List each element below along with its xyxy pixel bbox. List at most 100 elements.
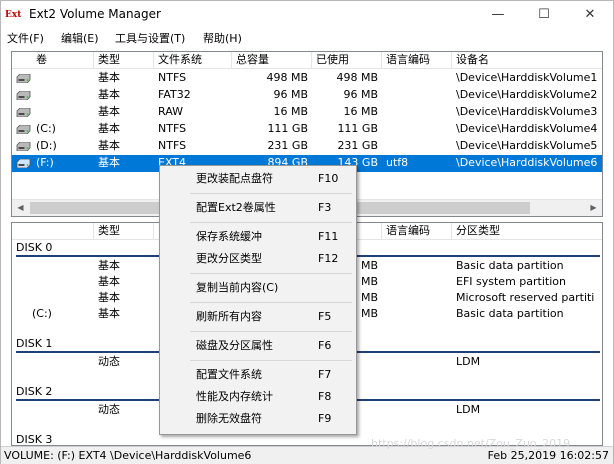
close-icon[interactable]: ✕ [567, 1, 613, 29]
cell-total-size: 16 MB [273, 105, 308, 118]
table-row[interactable]: (D:) 基本 NTFS 231 GB 231 GB \Device\HarddiskVo… [12, 138, 602, 155]
context-menu-item[interactable]: 保存系统缓冲 F11 [162, 226, 354, 248]
context-menu-item-label: 删除无效盘符 [196, 412, 262, 425]
partition-vol [12, 274, 94, 291]
cell-volume: (F:) [36, 156, 54, 169]
minimize-icon[interactable]: — [475, 1, 521, 29]
menu-separator [190, 193, 352, 194]
column-header-total-size[interactable]: 总容量 [232, 52, 312, 69]
partition-vol [12, 354, 94, 371]
context-menu-item[interactable]: 磁盘及分区属性 F6 [162, 335, 354, 357]
scroll-left-icon[interactable]: ◀ [12, 200, 29, 216]
maximize-icon[interactable]: ☐ [521, 1, 567, 29]
menu-file[interactable]: 文件(F) [5, 31, 46, 47]
cell-total-size: 498 MB [266, 71, 308, 84]
cell-volume [12, 104, 94, 121]
cell-used-size: 96 MB [343, 88, 378, 101]
partition-vol [12, 290, 94, 307]
cell-used-size: 231 GB [337, 139, 378, 152]
column-header-type[interactable]: 类型 [94, 52, 154, 69]
cell-total-size: 111 GB [267, 122, 308, 135]
disk-label: DISK 1 [16, 337, 53, 350]
cell-device-name: \Device\HarddiskVolume6 [456, 156, 598, 169]
disk-column-header-6[interactable]: 分区类型 [452, 223, 602, 240]
disk-column-header-1[interactable]: 类型 [94, 223, 154, 240]
column-header-used-size[interactable]: 已使用 [312, 52, 382, 69]
watermark-text: https://blog.csdn.net/Zou_Zuo_2019 [371, 437, 571, 450]
cell-filesystem: NTFS [158, 71, 187, 84]
cell-total-size: 231 GB [267, 139, 308, 152]
status-datetime: Feb 25,2019 16:02:57 [487, 449, 609, 462]
partition-vol [12, 258, 94, 275]
column-header-volume[interactable]: 卷 [12, 52, 94, 69]
app-window: Ext Ext2 Volume Manager — ☐ ✕ 文件(F) 编辑(E… [0, 0, 614, 464]
table-row[interactable]: 基本 NTFS 498 MB 498 MB \Device\HarddiskVolume… [12, 70, 602, 87]
partition-ptype: Basic data partition [456, 259, 564, 272]
partition-ptype: LDM [456, 355, 481, 368]
context-menu-item-label: 更改分区类型 [196, 252, 262, 265]
column-header-codepage[interactable]: 语言编码 [382, 52, 452, 69]
table-row[interactable]: 基本 RAW 16 MB 16 MB \Device\HarddiskVolume3 [12, 104, 602, 121]
menu-separator [190, 273, 352, 274]
context-menu-item-shortcut: F6 [318, 339, 332, 352]
cell-codepage [382, 87, 452, 104]
menu-tools[interactable]: 工具与设置(T) [113, 31, 187, 47]
menu-separator [190, 360, 352, 361]
cell-volume: (C:) [36, 122, 56, 135]
cell-device-name: \Device\HarddiskVolume1 [456, 71, 598, 84]
context-menu-item-label: 磁盘及分区属性 [196, 339, 273, 352]
menu-help[interactable]: 帮助(H) [201, 31, 244, 47]
context-menu-item[interactable]: 性能及内存统计 F8 [162, 386, 354, 408]
menu-separator [190, 302, 352, 303]
partition-ptype: Microsoft reserved partiti [456, 291, 595, 304]
menu-bar: 文件(F) 编辑(E) 工具与设置(T) 帮助(H) [1, 29, 613, 49]
cell-used-size: 16 MB [343, 105, 378, 118]
scroll-right-icon[interactable]: ▶ [585, 200, 602, 216]
context-menu-item[interactable]: 刷新所有内容 F5 [162, 306, 354, 328]
context-menu-item[interactable]: 删除无效盘符 F9 [162, 408, 354, 430]
partition-vol [12, 402, 94, 419]
cell-device-name: \Device\HarddiskVolume2 [456, 88, 598, 101]
cell-volume: (D:) [36, 139, 57, 152]
context-menu-item-shortcut: F10 [318, 172, 339, 185]
partition-ptype: Basic data partition [456, 307, 564, 320]
disk-label: DISK 2 [16, 385, 53, 398]
context-menu-item[interactable]: 配置Ext2卷属性 F3 [162, 197, 354, 219]
cell-codepage [382, 104, 452, 121]
table-row[interactable]: 基本 FAT32 96 MB 96 MB \Device\HarddiskVolume2 [12, 87, 602, 104]
menu-separator [190, 222, 352, 223]
cell-type: 基本 [98, 71, 120, 84]
title-bar[interactable]: Ext Ext2 Volume Manager — ☐ ✕ [1, 1, 613, 29]
column-header-device-name[interactable]: 设备名 [452, 52, 602, 69]
table-row[interactable]: (C:) 基本 NTFS 111 GB 111 GB \Device\HarddiskVo… [12, 121, 602, 138]
cell-device-name: \Device\HarddiskVolume3 [456, 105, 598, 118]
context-menu: 更改装配点盘符 F10 配置Ext2卷属性 F3 保存系统缓冲 F11 更改分区类型 F12 复… [159, 165, 357, 435]
context-menu-item-label: 复制当前内容(C) [196, 281, 279, 294]
disk-column-header-5[interactable]: 语言编码 [382, 223, 452, 240]
cell-used-size: 498 MB [336, 71, 378, 84]
disk-column-header-0[interactable] [12, 223, 94, 240]
cell-codepage [382, 70, 452, 87]
context-menu-item[interactable]: 配置文件系统 F7 [162, 364, 354, 386]
partition-ptype: LDM [456, 403, 481, 416]
cell-type: 基本 [98, 105, 120, 118]
context-menu-item-shortcut: F12 [318, 252, 339, 265]
context-menu-item-shortcut: F9 [318, 412, 332, 425]
cell-type: 基本 [98, 88, 120, 101]
partition-vol: (C:) [32, 307, 52, 320]
menu-separator [190, 331, 352, 332]
context-menu-item-label: 性能及内存统计 [196, 390, 273, 403]
context-menu-item-label: 配置文件系统 [196, 368, 262, 381]
context-menu-item[interactable]: 复制当前内容(C) [162, 277, 354, 299]
partition-type: 基本 [98, 275, 120, 288]
context-menu-item-shortcut: F11 [318, 230, 339, 243]
menu-edit[interactable]: 编辑(E) [59, 31, 101, 47]
cell-type: 基本 [98, 122, 120, 135]
app-logo-icon: Ext [5, 10, 22, 20]
context-menu-item[interactable]: 更改装配点盘符 F10 [162, 168, 354, 190]
cell-filesystem: FAT32 [158, 88, 191, 101]
partition-type: 动态 [98, 403, 120, 416]
context-menu-item[interactable]: 更改分区类型 F12 [162, 248, 354, 270]
status-volume-info: VOLUME: (F:) EXT4 \Device\HarddiskVolume… [4, 449, 252, 462]
column-header-filesystem[interactable]: 文件系统 [154, 52, 232, 69]
